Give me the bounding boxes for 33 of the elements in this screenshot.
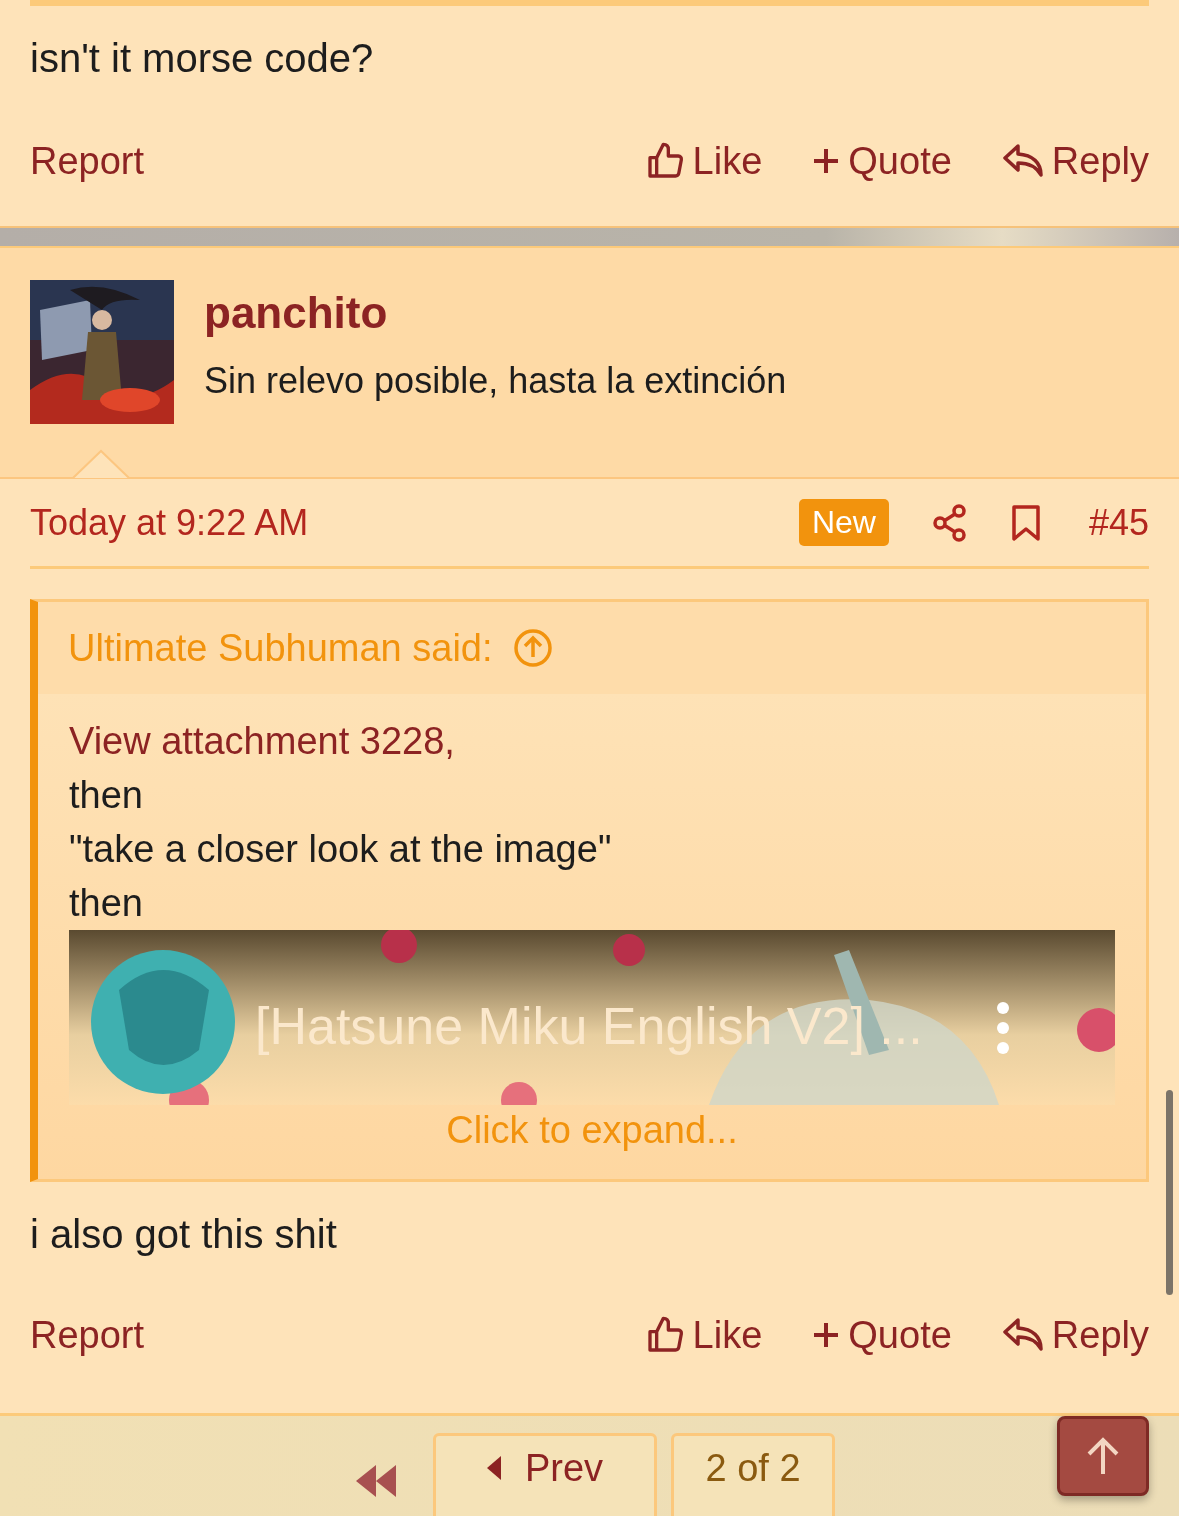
- post-message: i also got this shit: [30, 1212, 338, 1257]
- scroll-to-top-button[interactable]: [1057, 1416, 1149, 1496]
- quote-button[interactable]: Quote: [812, 139, 952, 183]
- first-page-icon[interactable]: [356, 1465, 396, 1497]
- reply-button[interactable]: Reply: [1001, 139, 1149, 183]
- post-date-link[interactable]: Today at 9:22 AM: [30, 501, 309, 544]
- reply-icon: [1001, 1317, 1044, 1353]
- bookmark-icon[interactable]: [1010, 503, 1041, 542]
- quote-text: "take a closer look at the image": [69, 827, 613, 872]
- user-title: Sin relevo posible, hasta la extinción: [204, 360, 787, 402]
- new-badge: New: [798, 499, 889, 546]
- quote-text: then: [69, 773, 144, 818]
- plus-icon: [812, 1321, 841, 1349]
- share-icon[interactable]: [932, 503, 967, 542]
- report-link[interactable]: Report: [30, 1313, 145, 1357]
- reply-button[interactable]: Reply: [1001, 1313, 1149, 1357]
- like-button[interactable]: Like: [644, 1313, 763, 1357]
- prev-button[interactable]: Prev: [433, 1433, 657, 1516]
- quote-button[interactable]: Quote: [812, 1313, 952, 1357]
- quote-text: then: [69, 881, 144, 926]
- report-link[interactable]: Report: [30, 139, 145, 183]
- post-number-link[interactable]: #45: [1088, 501, 1149, 544]
- arrow-up-icon: [1085, 1436, 1121, 1476]
- like-button[interactable]: Like: [644, 139, 763, 183]
- scrollbar-thumb[interactable]: [1166, 1090, 1173, 1295]
- video-title: [Hatsune Miku English V2] ...: [255, 996, 923, 1056]
- post-message: isn't it morse code?: [30, 35, 375, 81]
- page-indicator-button[interactable]: 2 of 2: [671, 1433, 835, 1516]
- attachment-link[interactable]: View attachment 3228,: [69, 714, 1115, 768]
- caret-left-icon: [486, 1456, 501, 1480]
- reply-icon: [1001, 143, 1044, 179]
- username-link[interactable]: panchito: [204, 288, 787, 338]
- plus-icon: [812, 147, 841, 175]
